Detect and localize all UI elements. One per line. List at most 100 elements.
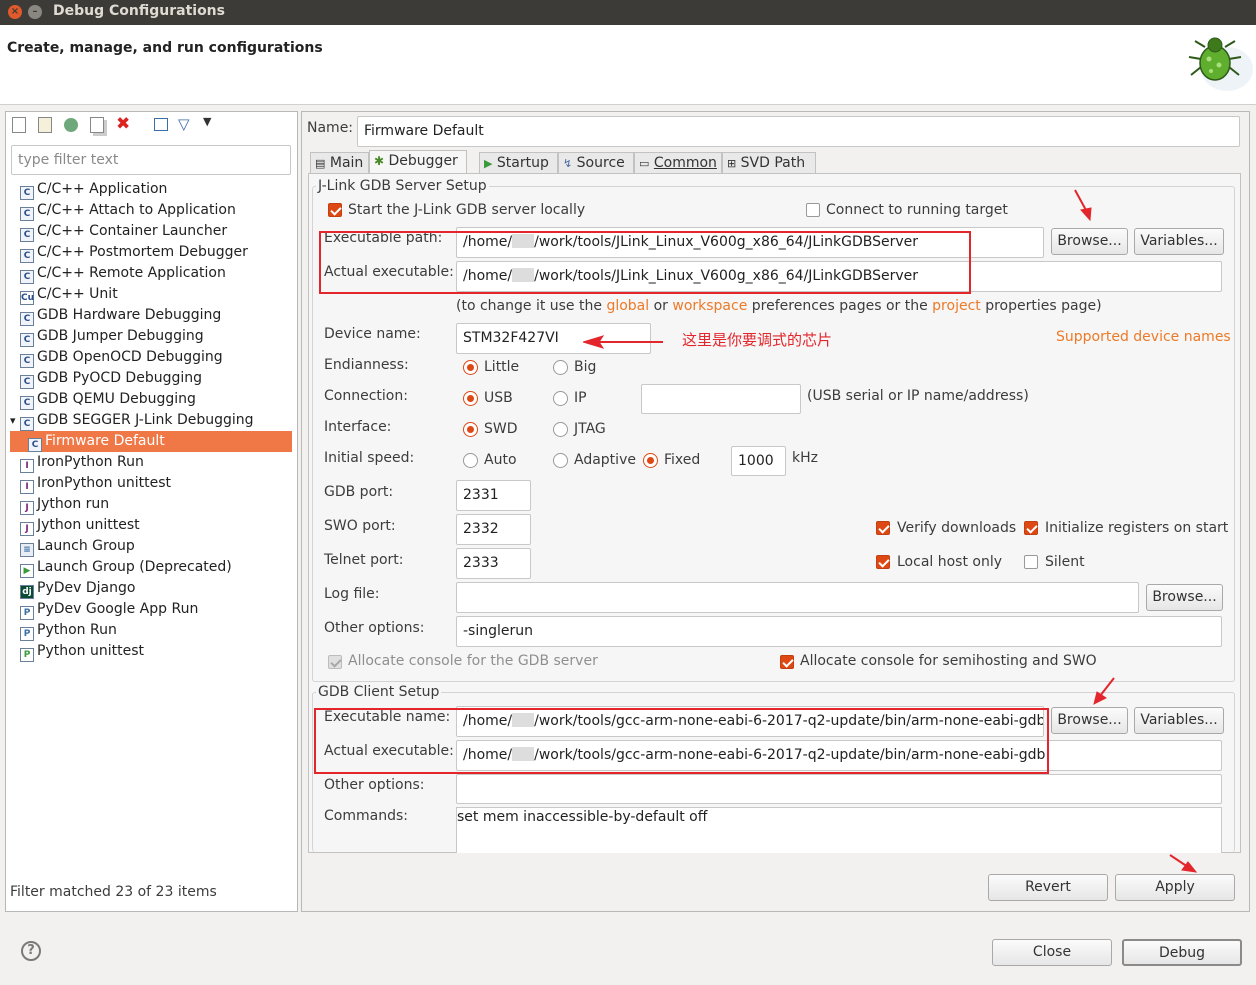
server-browse-button[interactable]: Browse... [1051,228,1128,255]
jython-icon: J [20,501,34,515]
duplicate-icon[interactable] [90,117,104,133]
local-host-checkbox[interactable] [876,555,890,569]
apply-button[interactable]: Apply [1115,874,1235,901]
tree-item[interactable]: C C/C++ Attach to Application [20,200,236,221]
tree-item[interactable]: C C/C++ Postmortem Debugger [20,242,248,263]
start-locally-checkbox[interactable] [328,203,342,217]
tab-common[interactable]: ▭ Common [634,152,722,173]
workspace-link[interactable]: workspace [672,298,747,314]
swo-port-input[interactable]: 2332 [456,514,531,545]
tab-svd-label: SVD Path [740,155,806,171]
big-endian-radio[interactable] [553,360,568,375]
close-window-button[interactable]: × [8,5,22,19]
silent-checkbox[interactable] [1024,555,1038,569]
tree-item[interactable]: C GDB OpenOCD Debugging [20,347,223,368]
usb-radio[interactable] [463,391,478,406]
client-variables-button[interactable]: Variables... [1134,707,1224,734]
tree-item[interactable]: dj PyDev Django [20,578,135,599]
tree-item[interactable]: I IronPython unittest [20,473,171,494]
auto-speed-label: Auto [484,452,517,468]
name-input[interactable]: Firmware Default [357,116,1240,147]
close-button[interactable]: Close [992,939,1112,966]
tree-item[interactable]: C GDB QEMU Debugging [20,389,196,410]
help-icon[interactable]: ? [21,941,41,961]
log-browse-button[interactable]: Browse... [1146,584,1223,611]
tab-source[interactable]: ↯ Source [558,152,634,173]
tree-item-label: Jython unittest [37,517,140,533]
gdb-port-label: GDB port: [324,484,394,500]
tree-item[interactable]: Cu C/C++ Unit [20,284,118,305]
server-other-options-input[interactable]: -singlerun [456,616,1222,647]
export-icon[interactable] [64,118,78,132]
delete-icon[interactable]: ✖ [116,114,130,134]
telnet-port-input[interactable]: 2333 [456,548,531,579]
adaptive-speed-radio[interactable] [553,453,568,468]
tree-item[interactable]: J Jython run [20,494,109,515]
tab-startup[interactable]: ▶ Startup [479,152,558,173]
auto-speed-radio[interactable] [463,453,478,468]
ironpython-unittest-icon: I [20,480,34,494]
jtag-radio[interactable] [553,422,568,437]
client-browse-button[interactable]: Browse... [1051,707,1128,734]
project-link[interactable]: project [932,298,981,314]
commands-textarea[interactable]: set mem inaccessible-by-default off [456,807,1222,853]
speed-input[interactable]: 1000 [731,446,786,476]
filter-input[interactable]: type filter text [11,145,291,175]
hint-text-1: (to change it use the [456,298,607,314]
little-endian-radio[interactable] [463,360,478,375]
minimize-window-button[interactable]: – [28,5,42,19]
tree-item[interactable]: C C/C++ Remote Application [20,263,226,284]
tab-svd-path[interactable]: ⊞ SVD Path [722,152,816,173]
log-file-input[interactable] [456,582,1139,613]
tab-debugger[interactable]: ✱ Debugger [369,150,467,174]
fixed-speed-radio[interactable] [643,453,658,468]
fixed-speed-label: Fixed [664,452,701,468]
connect-running-checkbox[interactable] [806,203,820,217]
client-other-options-input[interactable] [456,774,1222,804]
tree-item[interactable]: C GDB PyOCD Debugging [20,368,202,389]
tree-item[interactable]: C GDB Hardware Debugging [20,305,221,326]
hint-text-or: or [649,298,673,314]
c-icon: C [20,312,34,326]
connection-address-input[interactable] [641,384,801,414]
supported-devices-link[interactable]: Supported device names [1056,329,1231,345]
collapse-all-icon[interactable] [154,118,168,131]
new-prototype-icon[interactable] [38,117,52,133]
gdb-port-input[interactable]: 2331 [456,480,531,511]
tree-item[interactable]: P Python Run [20,620,117,641]
tree-item[interactable]: C C/C++ Application [20,179,167,200]
global-link[interactable]: global [606,298,649,314]
tree-item-label: GDB Hardware Debugging [37,307,222,323]
tree-item[interactable]: ▾ C GDB SEGGER J-Link Debugging [10,410,254,431]
view-menu-icon[interactable]: ▼ [203,115,211,128]
tree-item[interactable]: ≡ Launch Group [20,536,135,557]
tree-item-label: PyDev Google App Run [37,601,199,617]
new-config-icon[interactable] [12,117,26,133]
verify-downloads-checkbox[interactable] [876,521,890,535]
tree-item-firmware-default[interactable]: C Firmware Default [10,431,292,452]
tree-item[interactable]: I IronPython Run [20,452,144,473]
debug-button[interactable]: Debug [1122,939,1242,966]
tree-item-label: PyDev Django [37,580,136,596]
bug-icon [1188,37,1253,91]
ip-radio[interactable] [553,391,568,406]
expand-toggle-icon[interactable]: ▾ [10,410,16,431]
tab-main[interactable]: ▤ Main [310,152,369,173]
alloc-semihosting-checkbox[interactable] [780,655,794,669]
tree-item[interactable]: J Jython unittest [20,515,140,536]
tree-item[interactable]: ▶ Launch Group (Deprecated) [20,557,232,578]
revert-button[interactable]: Revert [988,874,1108,901]
filter-icon[interactable]: ▽ [178,115,190,133]
init-registers-checkbox[interactable] [1024,521,1038,535]
initial-speed-label: Initial speed: [324,450,415,466]
ironpython-icon: I [20,459,34,473]
tree-item[interactable]: C C/C++ Container Launcher [20,221,227,242]
tree-item-label: GDB PyOCD Debugging [37,370,203,386]
server-variables-button[interactable]: Variables... [1134,228,1224,255]
tree-item[interactable]: P Python unittest [20,641,144,662]
c-icon: C [20,375,34,389]
tree-item[interactable]: C GDB Jumper Debugging [20,326,204,347]
tree-item[interactable]: P PyDev Google App Run [20,599,198,620]
khz-label: kHz [792,450,818,466]
swd-radio[interactable] [463,422,478,437]
